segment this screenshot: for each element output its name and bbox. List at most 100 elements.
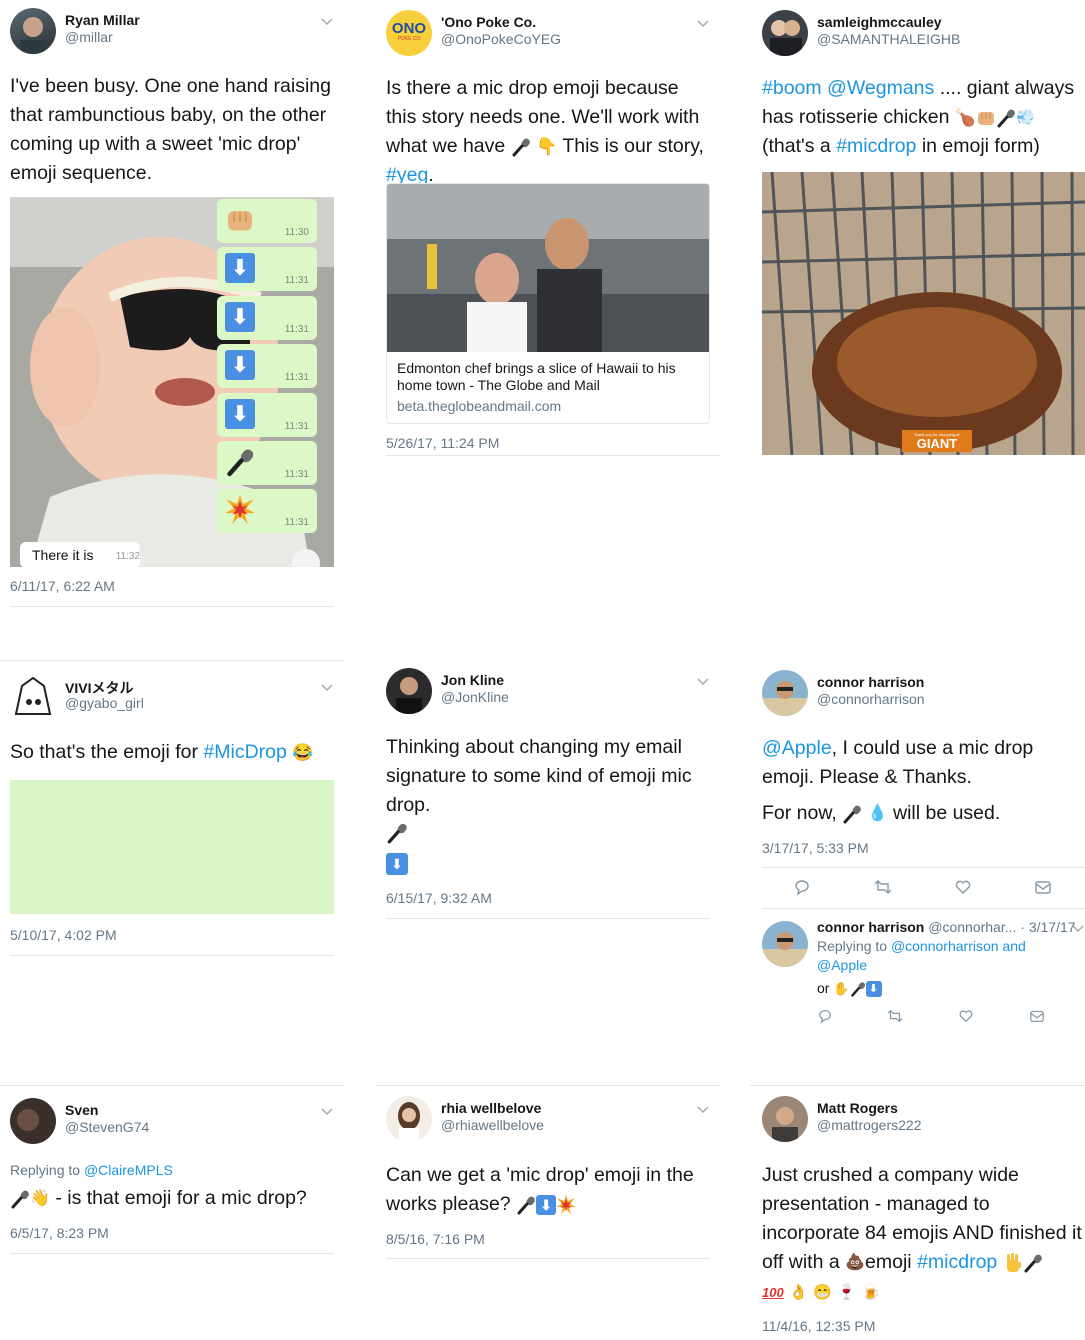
- tweet-ono-poke[interactable]: ONO POKE CO 'Ono Poke Co. @OnoPokeCoYEG: [386, 10, 710, 60]
- mention-link[interactable]: @Apple: [762, 737, 832, 759]
- like-icon[interactable]: [954, 878, 972, 896]
- tweet-timestamp[interactable]: 5/10/17, 4:02 PM: [10, 927, 117, 943]
- user-name[interactable]: Matt Rogers: [817, 1100, 898, 1116]
- down-arrow-icon: ⬇: [386, 853, 408, 875]
- user-name[interactable]: connor harrison: [817, 674, 924, 690]
- avatar[interactable]: [10, 1098, 56, 1144]
- poop-icon: 💩: [845, 1254, 866, 1272]
- user-name[interactable]: Sven: [65, 1102, 98, 1118]
- hashtag-link[interactable]: #MicDrop: [203, 741, 286, 763]
- chevron-down-icon[interactable]: [320, 680, 334, 694]
- avatar[interactable]: [762, 10, 808, 56]
- user-handle[interactable]: @connorhar...: [928, 919, 1016, 935]
- user-name[interactable]: samleighmccauley: [817, 14, 942, 30]
- chat-screenshot-image[interactable]: 11:30 ⬇ 11:31 ⬇ 11:31 ⬇ 11:31 ⬇ 11:31 11…: [10, 197, 334, 567]
- down-arrow-icon: ⬇: [225, 253, 255, 283]
- retweet-icon[interactable]: [874, 878, 892, 896]
- tweet-text-part: - is that emoji for a mic drop?: [55, 1187, 307, 1209]
- tweet-text: Can we get a 'mic drop' emoji in the wor…: [386, 1161, 710, 1219]
- divider: [10, 955, 334, 956]
- mention-link[interactable]: @Wegmans: [827, 77, 934, 99]
- tweet-timestamp[interactable]: 11/4/16, 12:35 PM: [762, 1318, 875, 1334]
- avatar[interactable]: ONO POKE CO: [386, 10, 432, 56]
- user-handle[interactable]: @SAMANTHALEIGHB: [817, 31, 960, 47]
- like-icon[interactable]: [958, 1008, 974, 1024]
- dm-icon[interactable]: [1029, 1008, 1045, 1024]
- chat-time: 11:30: [284, 227, 309, 238]
- reply-tweet[interactable]: connor harrison @connorhar... · 3/17/17 …: [762, 916, 1085, 1036]
- tweet-timestamp[interactable]: 3/17/17, 5:33 PM: [762, 840, 869, 856]
- chevron-down-icon[interactable]: [696, 16, 710, 30]
- tweet-timestamp[interactable]: 6/5/17, 8:23 PM: [10, 1225, 109, 1241]
- replying-to-link[interactable]: @ClaireMPLS: [84, 1162, 173, 1178]
- avatar[interactable]: [762, 1096, 808, 1142]
- link-card[interactable]: Edmonton chef brings a slice of Hawaii t…: [386, 183, 710, 424]
- avatar[interactable]: [762, 921, 808, 967]
- user-name[interactable]: Ryan Millar: [65, 12, 140, 28]
- divider: [386, 918, 710, 919]
- chevron-down-icon[interactable]: [696, 674, 710, 688]
- avatar[interactable]: [10, 8, 56, 54]
- reply-icon[interactable]: [817, 1008, 833, 1024]
- user-handle[interactable]: @mattrogers222: [817, 1117, 921, 1133]
- retweet-icon[interactable]: [887, 1008, 903, 1024]
- mic-icon: [1023, 1253, 1043, 1273]
- hashtag-link[interactable]: #micdrop: [917, 1251, 997, 1273]
- chevron-down-icon[interactable]: [320, 1104, 334, 1118]
- chevron-down-icon[interactable]: [696, 1102, 710, 1116]
- divider: [762, 867, 1085, 868]
- chevron-down-icon[interactable]: [1071, 921, 1085, 935]
- tweet-photo[interactable]: GIANT thank you for shopping at: [762, 172, 1085, 455]
- avatar[interactable]: [386, 668, 432, 714]
- tweet-header: Matt Rogers @mattrogers222: [762, 1096, 1085, 1146]
- avatar[interactable]: [10, 674, 56, 720]
- hashtag-link[interactable]: #boom: [762, 77, 822, 99]
- tweet-header: rhia wellbelove @rhiawellbelove: [386, 1096, 710, 1146]
- tweet-text-part: (that's a: [762, 135, 831, 158]
- reply-date[interactable]: · 3/17/17: [1020, 919, 1075, 935]
- down-arrow-icon: ⬇: [536, 1194, 557, 1215]
- chat-bubble: 11:31: [217, 489, 317, 533]
- user-handle[interactable]: @millar: [65, 29, 113, 45]
- dm-icon[interactable]: [1034, 878, 1052, 896]
- chevron-down-icon[interactable]: [320, 14, 334, 28]
- user-handle[interactable]: @OnoPokeCoYEG: [441, 31, 561, 47]
- tweet-matt-rogers[interactable]: Matt Rogers @mattrogers222: [762, 1096, 1085, 1146]
- wine-glass-icon: 🍷: [837, 1283, 857, 1301]
- hashtag-link[interactable]: #micdrop: [836, 135, 916, 157]
- chat-bubble: 11:30: [217, 199, 317, 243]
- tweet-text-part: So that's the emoji for: [10, 741, 198, 763]
- tweet-photo[interactable]: [10, 780, 334, 914]
- tweet-header: ONO POKE CO 'Ono Poke Co. @OnoPokeCoYEG: [386, 10, 710, 60]
- user-handle[interactable]: @gyabo_girl: [65, 695, 144, 711]
- avatar[interactable]: [762, 670, 808, 716]
- tweet-header: connor harrison @connorharrison: [762, 670, 1085, 720]
- user-handle[interactable]: @JonKline: [441, 689, 509, 705]
- link-card-domain[interactable]: beta.theglobeandmail.com: [397, 398, 561, 414]
- reply-icon[interactable]: [793, 878, 811, 896]
- user-handle[interactable]: @StevenG74: [65, 1119, 149, 1135]
- tweet-timestamp[interactable]: 8/5/16, 7:16 PM: [386, 1231, 485, 1247]
- tweet-samleighmccauley[interactable]: samleighmccauley @SAMANTHALEIGHB: [762, 10, 1085, 60]
- tweet-timestamp[interactable]: 6/15/17, 9:32 AM: [386, 890, 492, 906]
- divider: [375, 1085, 720, 1086]
- link-card-title[interactable]: Edmonton chef brings a slice of Hawaii t…: [387, 352, 709, 402]
- tweet-connor-harrison[interactable]: connor harrison @connorharrison: [762, 670, 1085, 720]
- tweet-vivi[interactable]: VIVIメタル @gyabo_girl: [10, 674, 334, 724]
- tweet-timestamp[interactable]: 6/11/17, 6:22 AM: [10, 578, 115, 594]
- user-name[interactable]: connor harrison: [817, 919, 924, 935]
- tweet-jon-kline[interactable]: Jon Kline @JonKline: [386, 668, 710, 718]
- chat-bubble: ⬇ 11:31: [217, 296, 317, 340]
- user-name[interactable]: rhia wellbelove: [441, 1100, 541, 1116]
- tweet-timestamp[interactable]: 5/26/17, 11:24 PM: [386, 435, 499, 451]
- tweet-rhia-wellbelove[interactable]: rhia wellbelove @rhiawellbelove: [386, 1096, 710, 1146]
- chat-time: 11:31: [284, 275, 309, 286]
- tweet-ryan-millar[interactable]: Ryan Millar @millar: [10, 8, 334, 58]
- user-name[interactable]: 'Ono Poke Co.: [441, 14, 536, 30]
- mic-icon: [511, 137, 531, 157]
- avatar[interactable]: [386, 1096, 432, 1142]
- user-name[interactable]: Jon Kline: [441, 672, 504, 688]
- user-handle[interactable]: @connorharrison: [817, 691, 925, 707]
- user-handle[interactable]: @rhiawellbelove: [441, 1117, 544, 1133]
- tweet-sven[interactable]: Sven @StevenG74: [10, 1098, 334, 1148]
